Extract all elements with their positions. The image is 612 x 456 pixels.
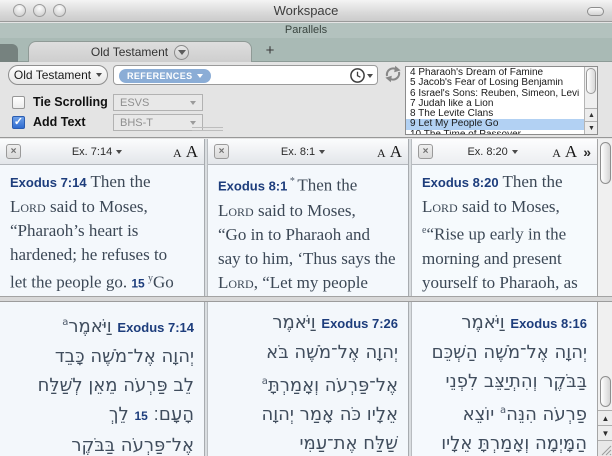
verse-ref-label: Ex. 7:14 [72,146,112,158]
pane-header: × Ex. 8:1 A A [208,139,408,165]
verse-ref-label: Ex. 8:20 [467,146,507,158]
increase-font-button[interactable]: A [565,142,577,162]
search-input[interactable] [204,67,344,83]
passage-list[interactable]: 4 Pharaoh's Dream of Famine 5 Jacob's Fe… [405,66,598,135]
close-pane-button[interactable]: × [418,144,433,159]
chevron-down-icon [178,50,186,55]
scroll-up-button[interactable]: ▲ [598,410,612,425]
search-field[interactable]: REFERENCES [113,65,378,85]
splitter-handle[interactable] [192,127,223,131]
app-window: Workspace Parallels Old Testament + Old … [0,0,612,456]
toolbar: Old Testament REFERENCES [0,62,612,138]
tie-scrolling-select[interactable]: ESVS [113,94,203,111]
hebrew-text-pane[interactable]: Exodus 7:26 וַיֹּאמֶר יְהוָה אֶל־מֹשֶׁה … [208,302,408,456]
scroll-down-button[interactable]: ▼ [585,121,598,134]
scroll-up-button[interactable]: ▲ [585,108,598,121]
more-panes-button[interactable]: » [583,144,591,160]
references-tag-button[interactable]: REFERENCES [119,69,211,83]
list-item[interactable]: 8 The Levite Clans [406,109,584,119]
scope-label: Old Testament [14,68,91,82]
english-text-pane[interactable]: Exodus 8:1 * Then the Lord said to Moses… [208,165,408,296]
close-pane-button[interactable]: × [6,144,21,159]
list-scrollbar-thumb[interactable] [586,68,596,94]
increase-font-button[interactable]: A [390,142,402,162]
references-tag-label: REFERENCES [127,71,193,81]
scroll-down-button[interactable]: ▼ [598,425,612,440]
verse-ref-dropdown[interactable]: Ex. 8:1 [233,146,373,158]
pane-header: × Ex. 7:14 A A [0,139,204,165]
decrease-font-button[interactable]: A [377,146,386,161]
sync-arrows-icon[interactable] [383,64,403,84]
chevron-down-icon [319,150,325,154]
add-text-select-value: BHS-T [120,117,153,129]
list-item[interactable]: 10 The Time of Passover [406,130,584,135]
hebrew-scrollbar-thumb[interactable] [600,376,611,407]
decrease-font-button[interactable]: A [173,146,182,161]
add-tab-button[interactable]: + [260,42,280,61]
tab-dropdown-button[interactable] [174,45,189,60]
list-scrollbar[interactable]: ▲ ▼ [584,67,597,134]
add-text-row: ✓ Add Text [12,115,86,129]
chevron-down-icon [96,73,102,77]
scope-dropdown-button[interactable]: Old Testament [8,65,108,85]
add-text-label: Add Text [33,115,86,129]
resize-grip-icon[interactable] [598,440,612,456]
chevron-down-icon [190,121,196,125]
toolbar-toggle-button[interactable] [587,7,604,16]
list-item[interactable]: 7 Judah like a Lion [406,99,584,109]
increase-font-button[interactable]: A [186,142,198,162]
chevron-down-icon [190,101,196,105]
list-item[interactable]: 4 Pharaoh's Dream of Famine [406,68,584,78]
row-splitter[interactable] [0,296,612,302]
add-text-checkbox[interactable]: ✓ [12,116,25,129]
tab-stub[interactable] [0,44,18,62]
title-bar[interactable]: Workspace [0,0,612,22]
tab-bar: Old Testament + [0,38,612,62]
chevron-down-icon [197,74,203,78]
tie-scrolling-select-value: ESVS [120,97,149,109]
chevron-down-icon [116,150,122,154]
tab-label: Old Testament [91,45,168,59]
tie-scrolling-checkbox[interactable] [12,96,25,109]
verse-ref-dropdown[interactable]: Ex. 8:20 [437,146,548,158]
add-text-select[interactable]: BHS-T [113,114,203,131]
verse-ref-label: Ex. 8:1 [281,146,315,158]
parallel-panes: × Ex. 7:14 A A Exodus 7:14 Then the Lord… [0,139,612,456]
tab-old-testament[interactable]: Old Testament [28,41,252,62]
close-pane-button[interactable]: × [214,144,229,159]
english-text-pane[interactable]: Exodus 8:20 Then the Lord said to Moses,… [412,165,597,296]
list-item[interactable]: 9 Let My People Go [406,119,584,129]
chevron-down-icon [512,150,518,154]
list-item[interactable]: 5 Jacob's Fear of Losing Benjamin [406,78,584,88]
list-item[interactable]: 6 Israel's Sons: Reuben, Simeon, Levi [406,89,584,99]
workspace-subtitle: Parallels [0,23,612,38]
english-text-pane[interactable]: Exodus 7:14 Then the Lord said to Moses,… [0,165,204,296]
hebrew-text-pane[interactable]: Exodus 7:14 וַיֹּאמֶרa יְהוָה אֶל־מֹשֶׁה… [0,302,204,456]
english-scrollbar-thumb[interactable] [600,142,611,184]
verse-ref-dropdown[interactable]: Ex. 7:14 [25,146,169,158]
history-clock-icon[interactable] [349,67,366,84]
chevron-down-icon[interactable] [367,74,373,78]
pane-header: × Ex. 8:20 A A » [412,139,597,165]
hebrew-text-pane[interactable]: Exodus 8:16 וַיֹּאמֶר יְהוָה אֶל־מֹשֶׁה … [412,302,597,456]
tie-scrolling-label: Tie Scrolling [33,95,108,109]
tie-scrolling-row: Tie Scrolling [12,95,108,109]
decrease-font-button[interactable]: A [552,146,561,161]
window-title: Workspace [0,3,612,18]
